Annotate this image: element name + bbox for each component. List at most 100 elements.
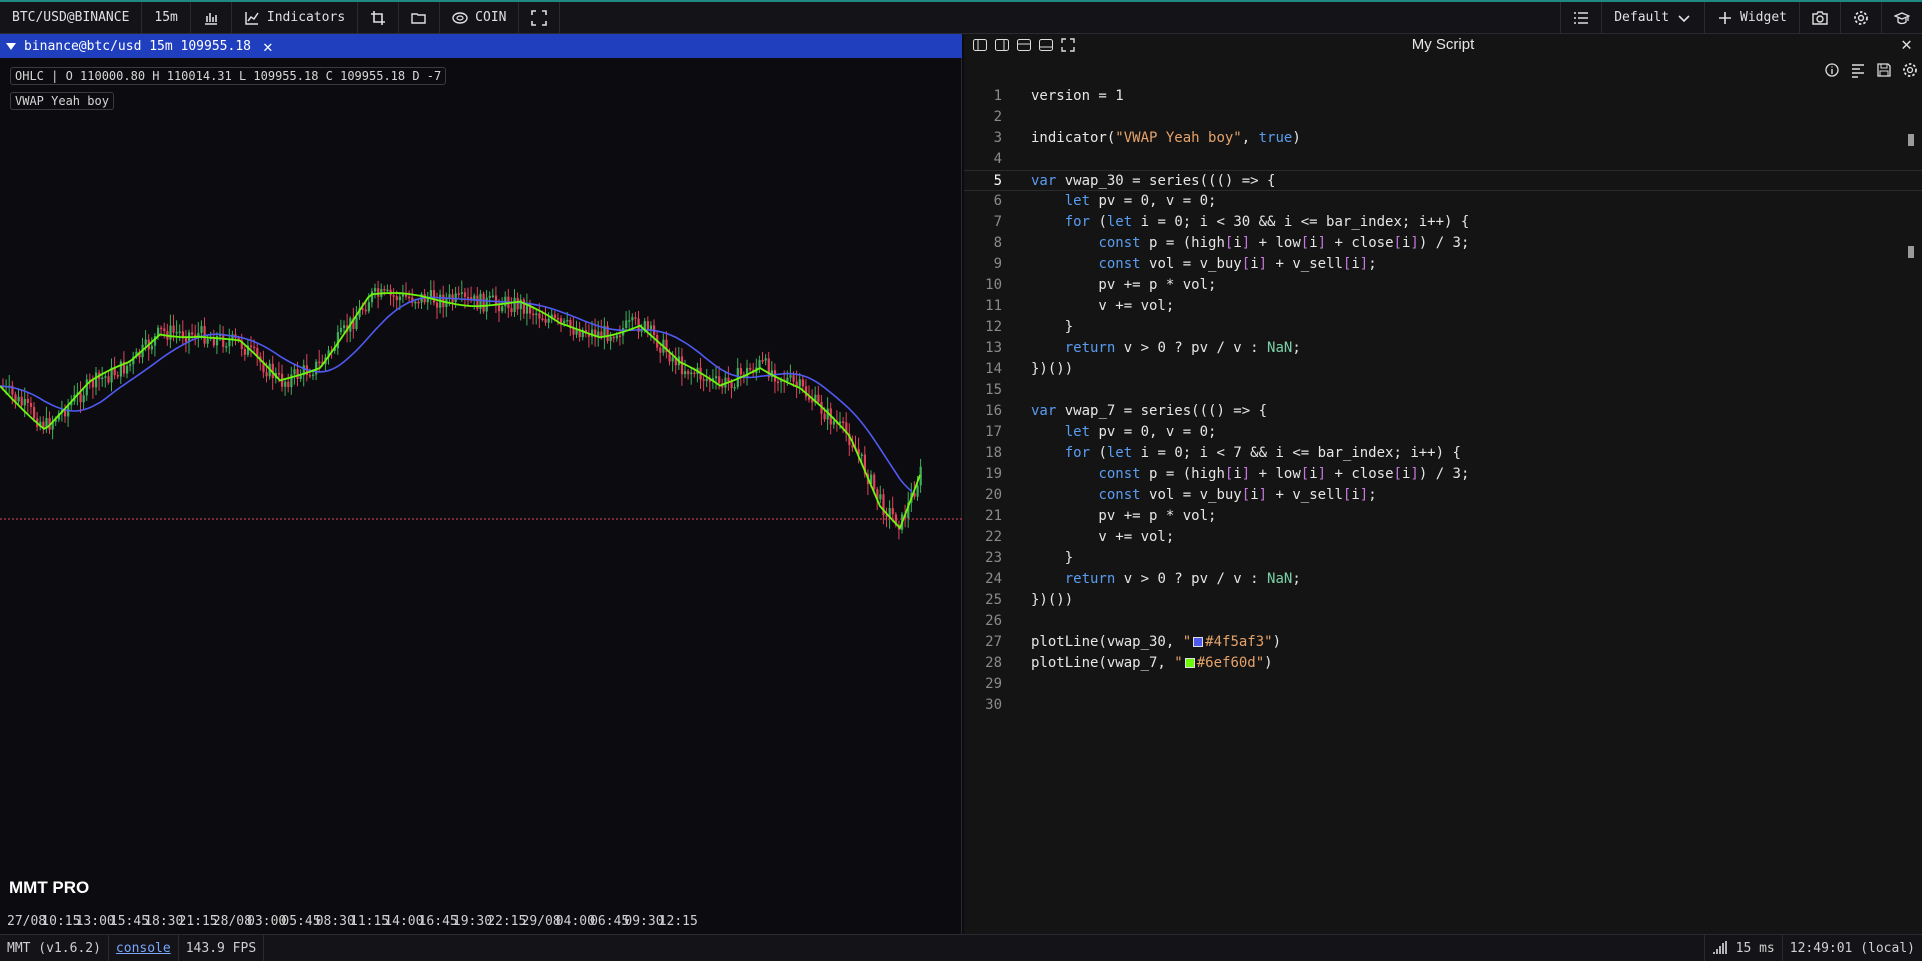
candle-body — [891, 508, 894, 515]
screenshot-button[interactable] — [1799, 2, 1840, 33]
time-label: 28/08 — [212, 914, 252, 929]
candle-body — [308, 374, 312, 377]
console-label[interactable]: console — [116, 941, 171, 956]
time-label: 19:30 — [452, 914, 493, 929]
code-line[interactable]: 15 — [964, 380, 1922, 401]
price-chart[interactable] — [0, 58, 962, 910]
candle-body — [91, 379, 95, 388]
code-line[interactable]: 5 var vwap_30 = series((() => { — [964, 170, 1922, 191]
candle-body — [842, 421, 845, 424]
format-icon[interactable] — [1850, 62, 1866, 78]
info-icon[interactable] — [1824, 62, 1840, 78]
candle-body — [764, 358, 767, 361]
candle-body — [364, 309, 367, 312]
indicators-button[interactable]: Indicators — [232, 2, 359, 33]
candle-body — [839, 421, 842, 424]
close-icon[interactable]: ✕ — [263, 37, 273, 56]
open-folder-button[interactable] — [399, 2, 441, 33]
code-line[interactable]: 17 let pv = 0, v = 0; — [964, 422, 1922, 443]
collapse-triangle-icon[interactable] — [6, 42, 16, 50]
candle-body — [693, 372, 696, 375]
brand-logo: MMT PRO — [9, 878, 90, 897]
save-icon[interactable] — [1876, 62, 1892, 78]
code-line[interactable]: 3 indicator("VWAP Yeah boy", true) — [964, 128, 1922, 149]
coin-button[interactable]: COIN — [440, 2, 520, 33]
close-icon[interactable]: ✕ — [1901, 34, 1912, 55]
script-tools — [1824, 62, 1918, 78]
candle-body — [556, 317, 560, 320]
candle-body — [547, 318, 550, 323]
code-line[interactable]: 4 — [964, 149, 1922, 170]
candle-body — [284, 381, 287, 387]
interval-selector[interactable]: 15m — [142, 2, 191, 33]
candle-body — [243, 349, 246, 355]
code-line[interactable]: 7 for (let i = 0; i < 30 && i <= bar_ind… — [964, 212, 1922, 233]
candle-body — [172, 325, 175, 333]
console-link[interactable]: console — [109, 935, 179, 961]
code-line[interactable]: 18 for (let i = 0; i < 7 && i <= bar_ind… — [964, 443, 1922, 464]
candle-body — [432, 290, 436, 303]
code-text: version = 1 — [1031, 88, 1124, 104]
learn-button[interactable] — [1881, 2, 1922, 33]
code-text: var vwap_7 = series((() => { — [1031, 403, 1268, 419]
code-line[interactable]: 30 — [964, 695, 1922, 716]
time-label: 06:45 — [590, 914, 630, 929]
chart-tab[interactable]: binance@btc/usd 15m 109955.18 ✕ — [0, 34, 962, 58]
candle-body — [817, 394, 820, 402]
code-line[interactable]: 19 const p = (high[i] + low[i] + close[i… — [964, 464, 1922, 485]
candle-body — [628, 320, 631, 322]
code-line[interactable]: 16 var vwap_7 = series((() => { — [964, 401, 1922, 422]
code-line[interactable]: 21 pv += p * vol; — [964, 506, 1922, 527]
candle-body — [377, 288, 380, 297]
chart-type-button[interactable] — [191, 2, 232, 33]
code-line[interactable]: 28 plotLine(vwap_7, " #6ef60d") — [964, 653, 1922, 674]
time-axis[interactable]: 27/08 10:15 13:00 15:45 18:30 21:15 28/08 03:00… — [0, 910, 962, 934]
candle-body — [163, 328, 166, 332]
time-label: 16:45 — [418, 914, 458, 929]
settings-button[interactable] — [1840, 2, 1881, 33]
candle-body — [631, 317, 634, 321]
drawing-tools-button[interactable] — [358, 2, 400, 33]
code-line[interactable]: 9 const vol = v_buy[i] + v_sell[i]; — [964, 254, 1922, 275]
code-line[interactable]: 20 const vol = v_buy[i] + v_sell[i]; — [964, 485, 1922, 506]
candle-body — [414, 301, 417, 304]
code-line[interactable]: 29 — [964, 674, 1922, 695]
candle-body — [739, 368, 742, 375]
code-line[interactable]: 27 plotLine(vwap_30, " #4f5af3") — [964, 632, 1922, 653]
line-chart-icon — [244, 10, 260, 26]
candle-body — [510, 308, 513, 313]
list-button[interactable] — [1560, 2, 1601, 33]
layout-dropdown[interactable]: Default — [1601, 2, 1704, 33]
symbol-selector[interactable]: BTC/USD@BINANCE — [0, 2, 143, 33]
gear-icon[interactable] — [1902, 62, 1918, 78]
code-line[interactable]: 23 } — [964, 548, 1922, 569]
code-line[interactable]: 22 v += vol; — [964, 527, 1922, 548]
code-text: const vol = v_buy[i] + v_sell[i]; — [1098, 256, 1377, 272]
candle-body — [513, 297, 516, 313]
code-line[interactable]: 8 const p = (high[i] + low[i] + close[i]… — [964, 233, 1922, 254]
candle-body — [175, 332, 178, 334]
code-line[interactable]: 13 return v > 0 ? pv / v : NaN; — [964, 338, 1922, 359]
code-line[interactable]: 10 pv += p * vol; — [964, 275, 1922, 296]
code-line[interactable]: 2 — [964, 107, 1922, 128]
code-line[interactable]: 24 return v > 0 ? pv / v : NaN; — [964, 569, 1922, 590]
code-line[interactable]: 25})()) — [964, 590, 1922, 611]
add-widget-button[interactable]: Widget — [1704, 2, 1799, 33]
gear-icon — [1853, 10, 1869, 26]
code-editor[interactable]: 1 version = 1 2 3 indicator("VWAP Yeah boy",… — [964, 86, 1922, 716]
candle-body — [463, 292, 467, 297]
fullscreen-button[interactable] — [519, 2, 561, 33]
coin-icon — [452, 10, 468, 26]
code-line[interactable]: 12 } — [964, 317, 1922, 338]
code-text: const p = (high[i] + low[i] + close[i]) … — [1098, 466, 1470, 482]
chart-pane[interactable]: binance@btc/usd 15m 109955.18 ✕ OHLC | O… — [0, 34, 962, 934]
list-icon — [1573, 10, 1589, 26]
code-line[interactable]: 14})()) — [964, 359, 1922, 380]
code-line[interactable]: 6 let pv = 0, v = 0; — [964, 191, 1922, 212]
candle-body — [79, 392, 82, 403]
code-line[interactable]: 26 — [964, 611, 1922, 632]
candle-body — [749, 367, 752, 370]
code-line[interactable]: 11 v += vol; — [964, 296, 1922, 317]
candle-body — [491, 295, 494, 298]
code-line[interactable]: 1 version = 1 — [964, 86, 1922, 107]
